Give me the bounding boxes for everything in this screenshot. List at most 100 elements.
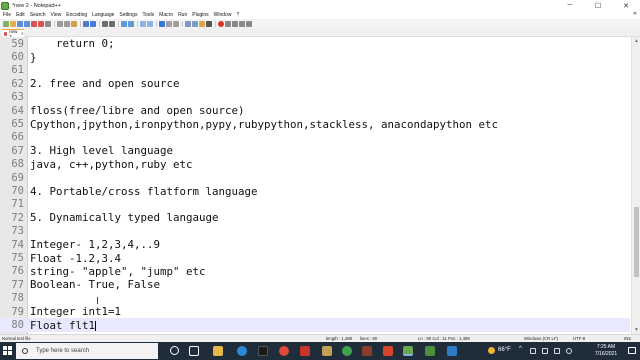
- editor-line[interactable]: 77 Boolean- True, False: [0, 278, 630, 291]
- editor-area[interactable]: 59 return 0; 60} 61 62 2. free and open sour…: [0, 37, 640, 334]
- find-icon[interactable]: [102, 20, 108, 27]
- app-red-icon[interactable]: [300, 346, 310, 356]
- line-text[interactable]: Float flt1: [30, 319, 97, 332]
- notification-center-icon[interactable]: [628, 347, 636, 354]
- maximize-button[interactable]: ☐: [584, 0, 612, 11]
- close-document-icon[interactable]: ✕: [633, 11, 637, 17]
- edge-icon[interactable]: [237, 346, 247, 356]
- line-text[interactable]: 4. Portable/cross flatform language: [30, 185, 258, 198]
- scrollbar-thumb[interactable]: [634, 207, 639, 277]
- editor-line[interactable]: 75 Float -1.2,3.4: [0, 251, 630, 265]
- editor-line[interactable]: 67 3. High level language: [0, 144, 630, 157]
- line-text[interactable]: string- "apple", "jump" etc: [30, 265, 206, 278]
- monitor-icon[interactable]: [206, 20, 212, 27]
- line-text[interactable]: Boolean- True, False: [30, 278, 160, 291]
- menu-plugins[interactable]: Plugins: [192, 12, 208, 18]
- line-text[interactable]: Float -1.2,3.4: [30, 252, 121, 265]
- replace-icon[interactable]: [109, 20, 115, 27]
- task-view-icon[interactable]: [189, 346, 199, 356]
- language-icon[interactable]: [566, 348, 572, 354]
- editor-line[interactable]: 61: [0, 64, 630, 77]
- tray-overflow-icon[interactable]: ^: [519, 346, 522, 352]
- wrap-icon[interactable]: [159, 20, 165, 27]
- function-list-icon[interactable]: [192, 20, 198, 27]
- redo-icon[interactable]: [90, 20, 96, 27]
- taskbar-search-box[interactable]: Type here to search: [16, 343, 158, 359]
- menu-settings[interactable]: Settings: [119, 12, 137, 18]
- app-orange-icon[interactable]: [383, 346, 393, 356]
- taskbar-clock[interactable]: 7:25 AM 7/16/2021: [588, 344, 624, 358]
- save-icon[interactable]: [17, 20, 23, 27]
- new-file-icon[interactable]: [3, 20, 9, 27]
- chrome-icon[interactable]: [279, 346, 289, 356]
- editor-line[interactable]: 73: [0, 225, 630, 238]
- app-tan-icon[interactable]: [322, 346, 332, 356]
- play-macro-icon[interactable]: [232, 20, 238, 27]
- undo-icon[interactable]: [83, 20, 89, 27]
- editor-line[interactable]: 65 Cpython,jpython,ironpython,pypy,rubypy…: [0, 117, 630, 131]
- editor-line[interactable]: 60}: [0, 50, 630, 64]
- zoom-in-icon[interactable]: [121, 20, 127, 27]
- menu-search[interactable]: Search: [30, 12, 46, 18]
- editor-line[interactable]: 62 2. free and open source: [0, 77, 630, 90]
- line-text[interactable]: floss(free/libre and open source): [30, 104, 245, 117]
- tab-close-icon[interactable]: ✕: [21, 31, 24, 36]
- stop-macro-icon[interactable]: [225, 20, 231, 27]
- line-text[interactable]: 3. High level language: [30, 144, 173, 157]
- scroll-up-arrow-icon[interactable]: ▲: [634, 38, 639, 44]
- menu-tools[interactable]: Tools: [142, 12, 154, 18]
- line-text[interactable]: return 0;: [30, 37, 115, 50]
- paste-icon[interactable]: [71, 20, 77, 27]
- line-text[interactable]: Integer int1=1: [30, 305, 121, 318]
- weather-icon[interactable]: [488, 347, 495, 354]
- menu-file[interactable]: File: [3, 12, 11, 18]
- menu-view[interactable]: View: [51, 12, 62, 18]
- print-icon[interactable]: [45, 20, 51, 27]
- line-text[interactable]: Cpython,jpython,ironpython,pypy,rubypyth…: [30, 118, 498, 131]
- line-text[interactable]: Integer- 1,2,3,4,..9: [30, 238, 160, 251]
- weather-temperature[interactable]: 66°F: [498, 347, 511, 353]
- windows-start-icon[interactable]: [3, 346, 13, 356]
- indent-guide-icon[interactable]: [173, 20, 179, 27]
- scroll-down-arrow-icon[interactable]: ▼: [634, 327, 639, 333]
- editor-line[interactable]: 80 Float flt1: [0, 318, 630, 332]
- chrome-profile-icon[interactable]: [342, 346, 352, 356]
- editor-line[interactable]: 70 4. Portable/cross flatform language: [0, 184, 630, 198]
- doc-map-icon[interactable]: [185, 20, 191, 27]
- run-macro-icon[interactable]: [239, 20, 245, 27]
- editor-line[interactable]: 68 java, c++,python,ruby etc: [0, 158, 630, 171]
- editor-line[interactable]: 59 return 0;: [0, 37, 630, 50]
- notepadpp-taskbar-icon[interactable]: [403, 346, 413, 356]
- sync-h-icon[interactable]: [147, 20, 153, 27]
- save-macro-icon[interactable]: [246, 20, 252, 27]
- cut-icon[interactable]: [57, 20, 63, 27]
- zoom-out-icon[interactable]: [128, 20, 134, 27]
- editor-line[interactable]: 66: [0, 131, 630, 144]
- minimize-button[interactable]: ─: [556, 0, 584, 11]
- volume-icon[interactable]: [554, 348, 560, 354]
- menu-window[interactable]: Window: [214, 12, 232, 18]
- app-green-icon[interactable]: [425, 346, 435, 356]
- file-explorer-icon[interactable]: [213, 346, 223, 356]
- save-all-icon[interactable]: [24, 20, 30, 27]
- line-text[interactable]: 5. Dynamically typed langauge: [30, 211, 219, 224]
- editor-line[interactable]: 69: [0, 171, 630, 184]
- sync-v-icon[interactable]: [140, 20, 146, 27]
- line-text[interactable]: java, c++,python,ruby etc: [30, 158, 193, 171]
- editor-line[interactable]: 78: [0, 292, 630, 305]
- editor-line[interactable]: 63: [0, 91, 630, 104]
- show-all-icon[interactable]: [166, 20, 172, 27]
- vertical-scrollbar[interactable]: ▲ ▼: [631, 37, 640, 334]
- copy-icon[interactable]: [64, 20, 70, 27]
- app-blue-icon[interactable]: [447, 346, 457, 356]
- close-window-button[interactable]: ✕: [612, 0, 640, 11]
- menu-macro[interactable]: Macro: [159, 12, 173, 18]
- battery-icon[interactable]: [542, 348, 548, 354]
- editor-line[interactable]: 71: [0, 198, 630, 211]
- tab-new-2[interactable]: new 2 ✕: [2, 29, 24, 39]
- menu-language[interactable]: Language: [92, 12, 114, 18]
- network-icon[interactable]: [530, 348, 536, 354]
- editor-line[interactable]: 76 string- "apple", "jump" etc: [0, 265, 630, 278]
- menu-encoding[interactable]: Encoding: [66, 12, 87, 18]
- open-file-icon[interactable]: [10, 20, 16, 27]
